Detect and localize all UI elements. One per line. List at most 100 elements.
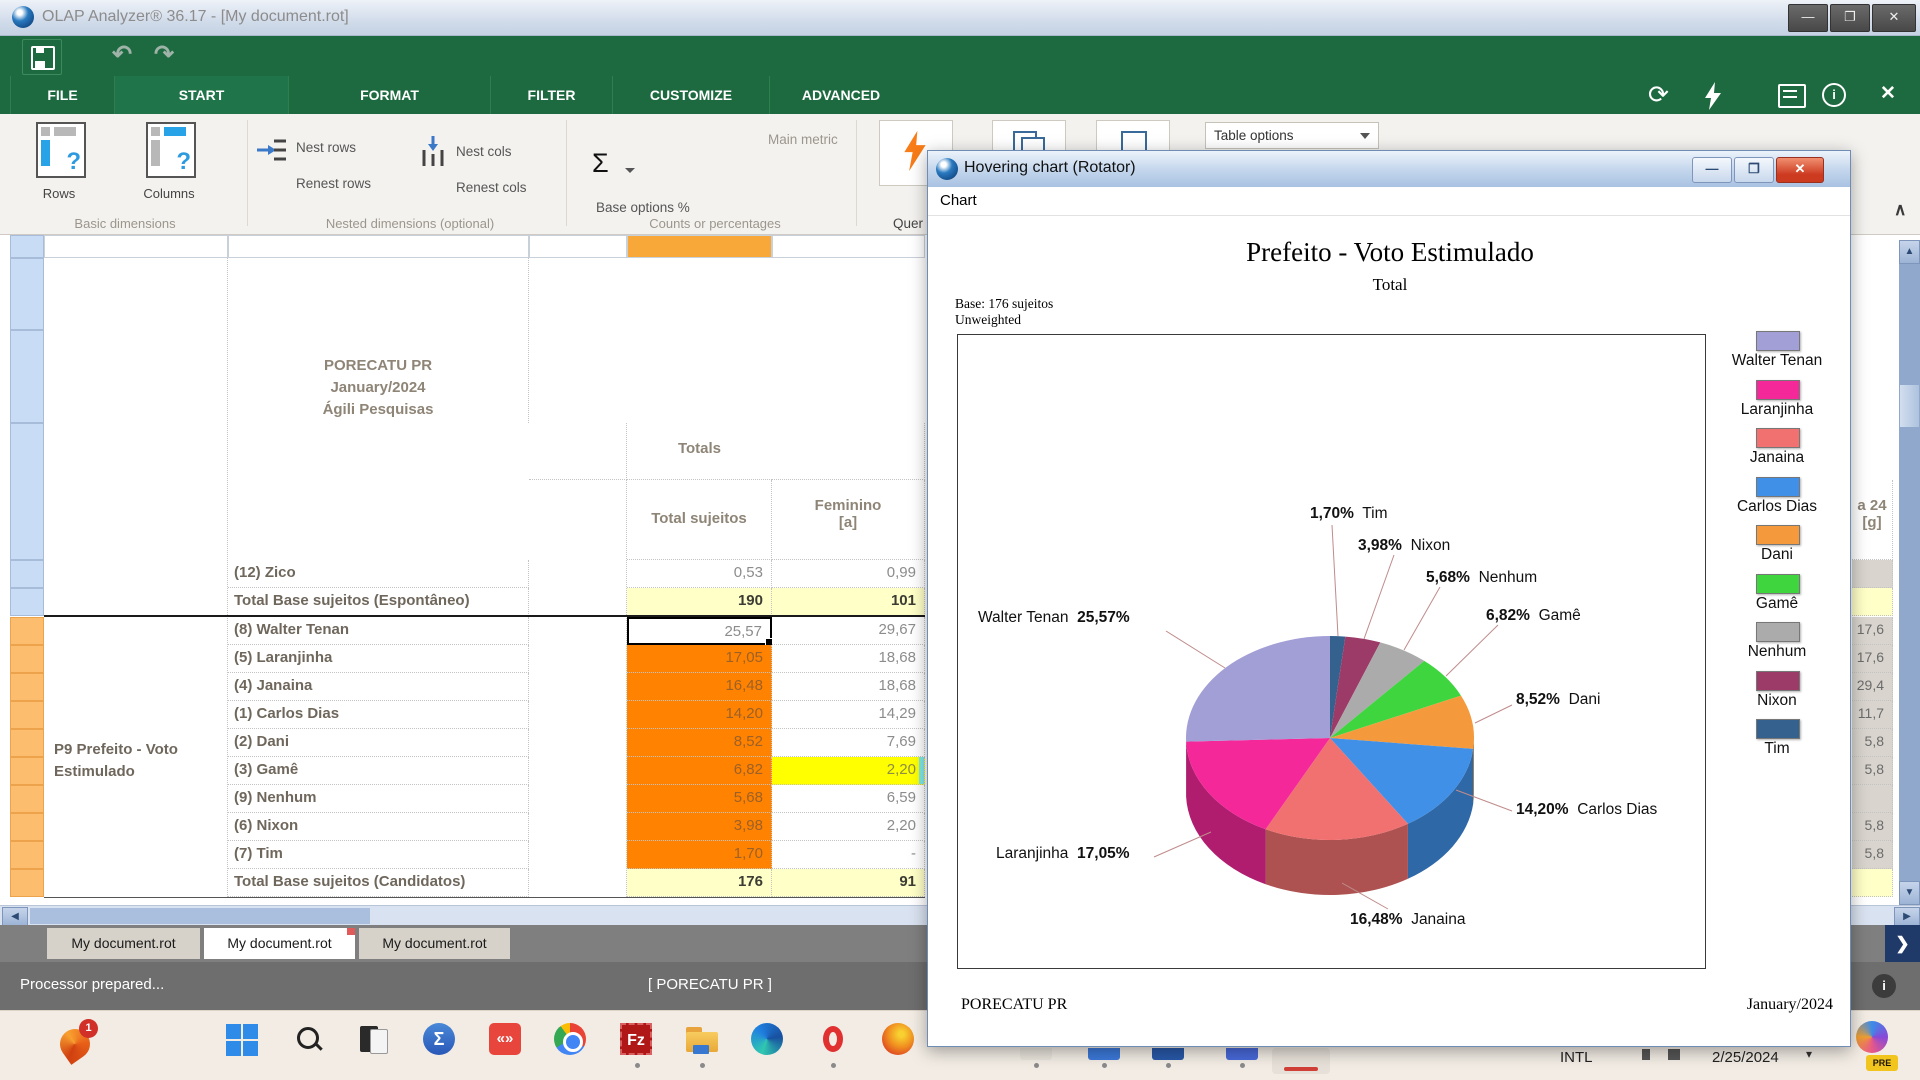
tab-file[interactable]: FILE xyxy=(10,76,114,114)
renest-rows-button[interactable]: Renest rows xyxy=(296,176,371,191)
row-band-cell[interactable] xyxy=(10,785,44,813)
edge-icon[interactable] xyxy=(751,1023,785,1057)
red-app-icon[interactable]: «» xyxy=(489,1023,523,1057)
tray-language[interactable]: INTL xyxy=(1560,1049,1593,1066)
firefox-icon[interactable] xyxy=(882,1023,916,1057)
menu-chart[interactable]: Chart xyxy=(940,192,977,209)
tray-date[interactable]: 2/25/2024 xyxy=(1712,1049,1779,1066)
restore-button[interactable]: ❐ xyxy=(1830,4,1870,32)
run-lightning-icon[interactable] xyxy=(1702,82,1724,110)
value-cell-feminino[interactable]: 2,20 xyxy=(772,813,925,841)
value-cell-total[interactable]: 0,53 xyxy=(627,560,772,588)
value-cell-total[interactable]: 8,52 xyxy=(627,729,772,757)
value-cell-total[interactable]: 1,70 xyxy=(627,841,772,869)
clipped-app-icon[interactable] xyxy=(1088,1048,1120,1060)
document-tab[interactable]: My document.rot xyxy=(47,928,200,959)
pie-slice-top-walter-tenan[interactable] xyxy=(1186,636,1330,742)
base-options-dropdown[interactable]: Base options % xyxy=(596,200,690,215)
chart-window-titlebar[interactable]: Hovering chart (Rotator) — ❐ ✕ xyxy=(928,151,1850,188)
vertical-scrollbar[interactable]: ▲ ▼ xyxy=(1899,240,1920,905)
hscroll-thumb[interactable] xyxy=(30,908,370,924)
tab-customize[interactable]: CUSTOMIZE xyxy=(612,76,769,114)
tab-format[interactable]: FORMAT xyxy=(288,76,490,114)
nest-rows-button[interactable]: Nest rows xyxy=(296,140,356,155)
value-cell-feminino[interactable]: - xyxy=(772,841,925,869)
tray-chevron-icon[interactable]: ▾ xyxy=(1806,1047,1812,1061)
nest-cols-button[interactable]: Nest cols xyxy=(456,144,512,159)
renest-cols-button[interactable]: Renest cols xyxy=(456,180,527,195)
close-button[interactable]: ✕ xyxy=(1872,4,1916,32)
value-cell-total[interactable]: 176 xyxy=(627,869,772,897)
scroll-left-icon[interactable]: ◀ xyxy=(2,907,28,926)
chrome-icon[interactable] xyxy=(554,1023,588,1057)
minimize-button[interactable]: — xyxy=(1788,4,1828,32)
row-band-cell[interactable] xyxy=(10,560,44,588)
row-band-cell[interactable] xyxy=(10,588,44,616)
copilot-icon[interactable] xyxy=(1856,1021,1888,1053)
sigma-app-icon[interactable]: Σ xyxy=(423,1023,457,1057)
row-band-cell[interactable] xyxy=(10,729,44,757)
value-cell-total[interactable]: 17,05 xyxy=(627,645,772,673)
start-button[interactable] xyxy=(226,1023,260,1057)
undo-button[interactable]: ↶ xyxy=(104,39,140,73)
row-band-cell[interactable] xyxy=(10,673,44,701)
clipped-app-icon[interactable] xyxy=(1152,1048,1184,1060)
clipped-app-icon[interactable] xyxy=(1226,1048,1258,1060)
row-band-cell[interactable] xyxy=(10,645,44,673)
value-cell-total[interactable]: 25,57 xyxy=(627,617,772,645)
row-band-cell[interactable] xyxy=(10,757,44,785)
redo-button[interactable]: ↷ xyxy=(146,39,182,73)
tab-filter[interactable]: FILTER xyxy=(490,76,612,114)
clipped-app-icon[interactable] xyxy=(1020,1048,1052,1060)
value-cell-total[interactable]: 5,68 xyxy=(627,785,772,813)
value-cell-total[interactable]: 16,48 xyxy=(627,673,772,701)
value-cell-feminino[interactable]: 6,59 xyxy=(772,785,925,813)
value-cell-total[interactable]: 190 xyxy=(627,588,772,616)
value-cell-feminino[interactable]: 18,68 xyxy=(772,645,925,673)
row-band-cell[interactable] xyxy=(10,869,44,897)
value-cell-feminino[interactable]: 2,20 xyxy=(772,757,925,785)
document-tab[interactable]: My document.rot xyxy=(204,928,355,959)
document-tab[interactable]: My document.rot xyxy=(359,928,510,959)
tab-advanced[interactable]: ADVANCED xyxy=(769,76,912,114)
scroll-right-icon[interactable]: ▶ xyxy=(1894,907,1920,926)
select-all-cell[interactable] xyxy=(10,235,44,258)
save-button[interactable] xyxy=(22,39,62,75)
file-explorer-icon[interactable] xyxy=(685,1023,719,1057)
value-cell-total[interactable]: 3,98 xyxy=(627,813,772,841)
value-cell-total[interactable]: 6,82 xyxy=(627,757,772,785)
opera-icon[interactable] xyxy=(816,1023,850,1057)
row-band-cell[interactable] xyxy=(10,330,44,423)
row-band-cell[interactable] xyxy=(10,813,44,841)
value-cell-feminino[interactable]: 7,69 xyxy=(772,729,925,757)
task-view-icon[interactable] xyxy=(357,1023,391,1057)
row-band-cell[interactable] xyxy=(10,617,44,645)
value-cell-feminino[interactable]: 91 xyxy=(772,869,925,897)
refresh-icon[interactable]: ⟳ xyxy=(1648,80,1669,110)
table-options-dropdown[interactable]: Table options xyxy=(1205,122,1379,149)
row-band-cell[interactable] xyxy=(10,701,44,729)
chart-minimize-button[interactable]: — xyxy=(1692,157,1732,183)
ribbon-close-icon[interactable]: ✕ xyxy=(1880,82,1896,105)
row-band-cell[interactable] xyxy=(10,841,44,869)
grid-check-icon[interactable] xyxy=(1778,84,1806,108)
row-band-cell[interactable] xyxy=(10,423,44,560)
value-cell-feminino[interactable]: 29,67 xyxy=(772,617,925,645)
chart-maximize-button[interactable]: ❐ xyxy=(1734,157,1774,183)
search-icon[interactable] xyxy=(292,1023,326,1057)
scroll-up-icon[interactable]: ▲ xyxy=(1899,240,1920,264)
info-icon[interactable]: i xyxy=(1822,83,1846,107)
status-info-icon[interactable]: i xyxy=(1872,974,1896,998)
collapse-ribbon-chevron-icon[interactable]: ∧ xyxy=(1894,200,1906,220)
value-cell-feminino[interactable]: 18,68 xyxy=(772,673,925,701)
row-band-cell[interactable] xyxy=(10,258,44,330)
notification-app-icon[interactable]: 1 xyxy=(58,1019,98,1063)
value-cell-feminino[interactable]: 0,99 xyxy=(772,560,925,588)
tab-start[interactable]: START xyxy=(114,76,288,114)
vscroll-thumb[interactable] xyxy=(1900,385,1919,427)
value-cell-feminino[interactable]: 14,29 xyxy=(772,701,925,729)
value-cell-feminino[interactable]: 101 xyxy=(772,588,925,616)
filezilla-icon[interactable]: Fz xyxy=(620,1023,654,1057)
scroll-down-icon[interactable]: ▼ xyxy=(1899,881,1920,905)
sigma-icon[interactable]: Σ xyxy=(592,148,609,179)
